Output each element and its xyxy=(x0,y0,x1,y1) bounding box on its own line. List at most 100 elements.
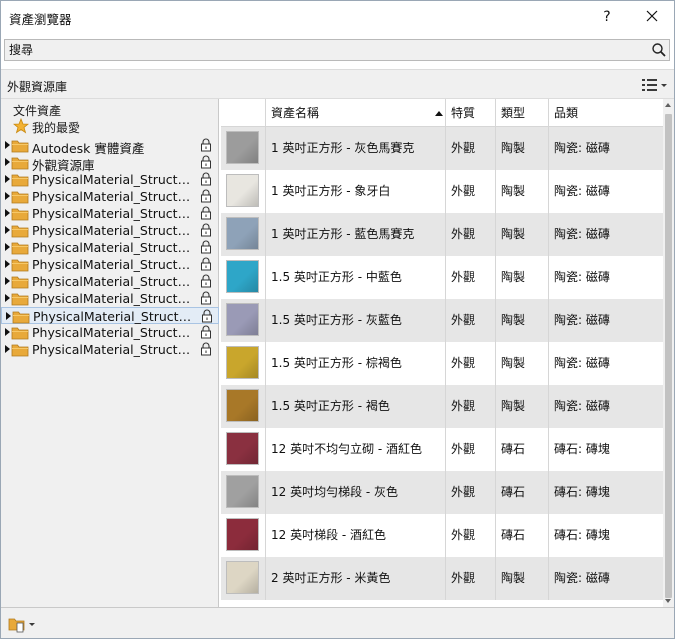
expand-arrow-icon[interactable] xyxy=(5,209,10,217)
tree-library-label: PhysicalMaterial_Structur... xyxy=(33,309,197,324)
material-swatch xyxy=(226,346,259,379)
expand-arrow-icon[interactable] xyxy=(5,243,10,251)
table-row[interactable]: 12 英吋均勻梯段 - 灰色 外觀 磚石 磚石: 磚塊 xyxy=(221,471,663,514)
tree-library-label: PhysicalMaterial_Structur... xyxy=(32,291,196,306)
lock-icon xyxy=(201,342,211,356)
tree-library-item[interactable]: PhysicalMaterial_Structur... xyxy=(1,256,219,273)
tree-library-item[interactable]: PhysicalMaterial_Structur... xyxy=(1,341,219,358)
thumbnail-cell xyxy=(221,170,266,213)
tree-library-item[interactable]: PhysicalMaterial_Structur... xyxy=(1,324,219,341)
tree-library-item[interactable]: PhysicalMaterial_Structur... xyxy=(1,239,219,256)
lock-icon xyxy=(201,155,211,169)
table-row[interactable]: 1.5 英吋正方形 - 灰藍色 外觀 陶製 陶瓷: 磁磚 xyxy=(221,299,663,342)
thumbnail-cell xyxy=(221,471,266,514)
tree-library-item[interactable]: PhysicalMaterial_Structur... xyxy=(1,273,219,290)
folder-icon xyxy=(11,174,29,187)
asset-name-cell: 12 英吋不均勻立砌 - 酒紅色 xyxy=(266,428,446,471)
lock-icon xyxy=(201,291,211,305)
material-swatch xyxy=(226,217,259,250)
manage-library-button[interactable] xyxy=(7,614,37,634)
asset-name-cell: 1 英吋正方形 - 象牙白 xyxy=(266,170,446,213)
tree-library-item[interactable]: Autodesk 實體資產 xyxy=(1,137,219,156)
lock-icon xyxy=(201,240,211,254)
tree-library-label: PhysicalMaterial_Structur... xyxy=(32,172,196,187)
category-cell: 陶瓷: 磁磚 xyxy=(554,227,610,241)
tree-library-item[interactable]: PhysicalMaterial_Structur... xyxy=(1,205,219,222)
folder-icon xyxy=(11,276,29,289)
search-row xyxy=(1,33,674,65)
type-cell: 磚石 xyxy=(496,428,549,471)
tree-library-item[interactable]: PhysicalMaterial_Structur... xyxy=(1,188,219,205)
material-swatch xyxy=(226,518,259,551)
title-bar[interactable]: 資產瀏覽器 ? xyxy=(1,1,674,33)
trait-cell: 外觀 xyxy=(446,428,496,471)
lock-icon xyxy=(201,138,211,152)
table-row[interactable]: 1 英吋正方形 - 藍色馬賽克 外觀 陶製 陶瓷: 磁磚 xyxy=(221,213,663,256)
expand-arrow-icon[interactable] xyxy=(5,226,10,234)
search-input[interactable] xyxy=(5,40,645,60)
scroll-up-icon[interactable] xyxy=(665,103,671,107)
scroll-thumb[interactable] xyxy=(665,114,672,598)
table-row[interactable]: 12 英吋不均勻立砌 - 酒紅色 外觀 磚石 磚石: 磚塊 xyxy=(221,428,663,471)
material-swatch xyxy=(226,475,259,508)
type-cell: 陶製 xyxy=(496,342,549,385)
thumbnail-cell xyxy=(221,342,266,385)
tree-library-item[interactable]: PhysicalMaterial_Structur... xyxy=(1,171,219,188)
material-swatch xyxy=(226,432,259,465)
library-folder-icon xyxy=(8,618,35,633)
close-button[interactable] xyxy=(631,1,674,33)
tree-library-item[interactable]: PhysicalMaterial_Structur... xyxy=(1,290,219,307)
column-header-thumbnail[interactable] xyxy=(221,99,266,127)
trait-cell: 外觀 xyxy=(446,127,496,170)
tree-library-item[interactable]: PhysicalMaterial_Structur... xyxy=(1,222,219,239)
folder-icon xyxy=(11,157,29,170)
expand-arrow-icon[interactable] xyxy=(6,312,11,320)
expand-arrow-icon[interactable] xyxy=(5,192,10,200)
expand-arrow-icon[interactable] xyxy=(5,260,10,268)
table-row[interactable]: 1.5 英吋正方形 - 褐色 外觀 陶製 陶瓷: 磁磚 xyxy=(221,385,663,428)
tree-library-label: PhysicalMaterial_Structur... xyxy=(32,240,196,255)
table-row[interactable]: 1 英吋正方形 - 灰色馬賽克 外觀 陶製 陶瓷: 磁磚 xyxy=(221,127,663,170)
expand-arrow-icon[interactable] xyxy=(5,294,10,302)
type-cell: 陶製 xyxy=(496,557,549,600)
type-cell: 磚石 xyxy=(496,471,549,514)
tree-library-item[interactable]: 外觀資源庫 xyxy=(1,154,219,173)
expand-arrow-icon[interactable] xyxy=(5,328,10,336)
window-title: 資產瀏覽器 xyxy=(9,12,72,27)
tree-document-assets[interactable]: 文件資產 xyxy=(13,102,61,119)
material-swatch xyxy=(226,131,259,164)
search-button[interactable] xyxy=(651,42,667,58)
expand-arrow-icon[interactable] xyxy=(5,175,10,183)
column-header-asset-name[interactable]: 資產名稱 xyxy=(266,99,446,127)
table-row[interactable] xyxy=(221,600,663,607)
type-cell: 陶製 xyxy=(496,213,549,256)
table-row[interactable]: 2 英吋正方形 - 米黃色 外觀 陶製 陶瓷: 磁磚 xyxy=(221,557,663,600)
library-tree-panel: 文件資產 我的最愛 Autodesk 實體資產 外觀資源庫 PhysicalMate… xyxy=(1,99,219,607)
expand-arrow-icon[interactable] xyxy=(5,158,10,166)
expand-arrow-icon[interactable] xyxy=(5,141,10,149)
asset-name-cell: 12 英吋梯段 - 酒紅色 xyxy=(266,514,446,557)
scroll-down-icon[interactable] xyxy=(665,599,671,603)
table-row[interactable]: 1.5 英吋正方形 - 中藍色 外觀 陶製 陶瓷: 磁磚 xyxy=(221,256,663,299)
folder-icon xyxy=(11,140,29,153)
table-scrollbar[interactable] xyxy=(663,99,674,607)
type-cell: 磚石 xyxy=(496,514,549,557)
view-options-button[interactable] xyxy=(639,76,669,94)
asset-name-cell: 1.5 英吋正方形 - 棕褐色 xyxy=(266,342,446,385)
expand-arrow-icon[interactable] xyxy=(5,345,10,353)
expand-arrow-icon[interactable] xyxy=(5,277,10,285)
lock-icon xyxy=(201,223,211,237)
column-header-trait[interactable]: 特質 xyxy=(446,99,496,127)
table-row[interactable]: 1 英吋正方形 - 象牙白 外觀 陶製 陶瓷: 磁磚 xyxy=(221,170,663,213)
column-header-category[interactable]: 品類 xyxy=(549,99,663,127)
material-swatch xyxy=(226,389,259,422)
column-header-type[interactable]: 類型 xyxy=(496,99,549,127)
trait-cell: 外觀 xyxy=(446,557,496,600)
folder-icon xyxy=(11,208,29,221)
help-button[interactable]: ? xyxy=(587,1,627,33)
footer-bar xyxy=(1,607,674,638)
category-cell: 陶瓷: 磁磚 xyxy=(554,141,610,155)
tree-library-item[interactable]: PhysicalMaterial_Structur... xyxy=(1,307,219,324)
table-row[interactable]: 1.5 英吋正方形 - 棕褐色 外觀 陶製 陶瓷: 磁磚 xyxy=(221,342,663,385)
table-row[interactable]: 12 英吋梯段 - 酒紅色 外觀 磚石 磚石: 磚塊 xyxy=(221,514,663,557)
